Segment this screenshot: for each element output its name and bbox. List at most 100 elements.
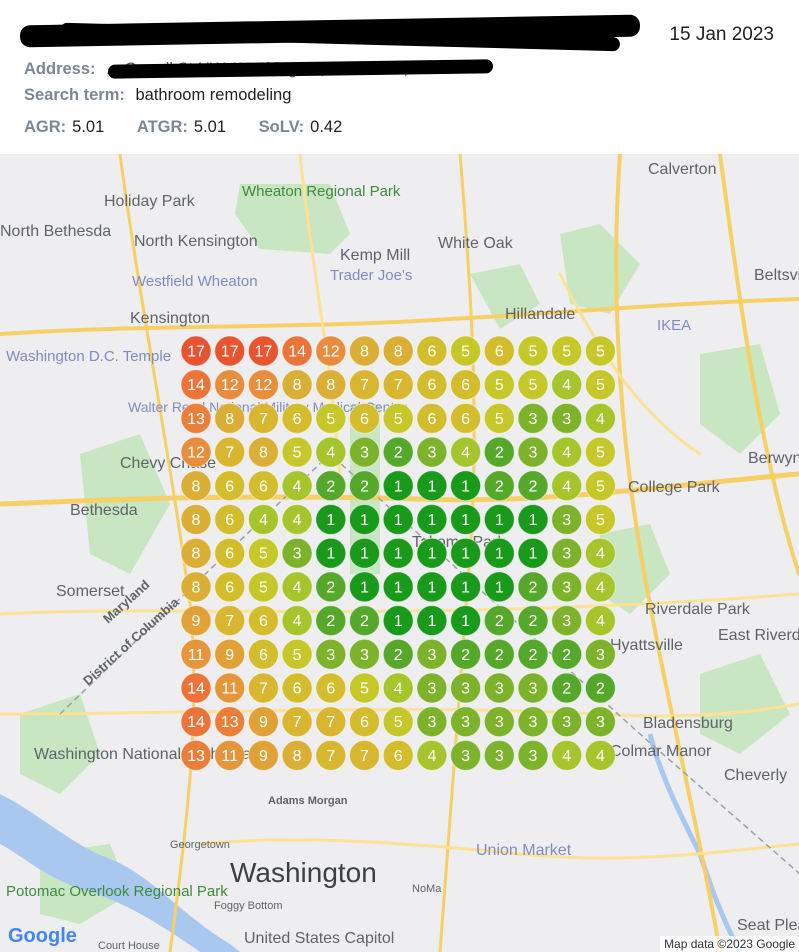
rank-marker[interactable]: 2 <box>517 638 549 670</box>
rank-marker[interactable]: 12 <box>214 369 246 401</box>
rank-marker[interactable]: 2 <box>315 470 347 502</box>
rank-marker[interactable]: 1 <box>382 504 414 535</box>
rank-marker[interactable]: 7 <box>281 706 313 738</box>
rank-marker[interactable]: 4 <box>281 605 313 637</box>
rank-marker[interactable]: 7 <box>315 739 347 771</box>
rank-marker[interactable]: 6 <box>416 402 448 434</box>
rank-marker[interactable]: 4 <box>584 402 616 434</box>
rank-marker[interactable]: 5 <box>584 470 616 502</box>
rank-marker[interactable]: 5 <box>483 402 515 434</box>
rank-marker[interactable]: 1 <box>483 504 515 535</box>
rank-marker[interactable]: 2 <box>483 470 515 502</box>
rank-marker[interactable]: 6 <box>349 402 380 434</box>
rank-marker[interactable]: 9 <box>247 706 279 738</box>
rank-marker[interactable]: 3 <box>416 436 448 468</box>
rank-marker[interactable]: 14 <box>281 335 313 367</box>
rank-marker[interactable]: 6 <box>214 504 246 535</box>
rank-marker[interactable]: 17 <box>180 335 212 367</box>
rank-marker[interactable]: 4 <box>247 504 279 535</box>
rank-marker[interactable]: 4 <box>382 672 414 704</box>
rank-marker[interactable]: 8 <box>180 470 212 502</box>
rank-marker[interactable]: 1 <box>450 504 482 535</box>
rank-marker[interactable]: 5 <box>315 402 347 434</box>
rank-marker[interactable]: 5 <box>517 369 549 401</box>
rank-marker[interactable]: 5 <box>281 436 313 468</box>
rank-marker[interactable]: 1 <box>416 571 448 603</box>
rank-marker[interactable]: 4 <box>551 470 583 502</box>
map-view[interactable]: Calverton Holiday Park Wheaton Regional … <box>0 154 799 952</box>
rank-marker[interactable]: 6 <box>349 706 380 738</box>
rank-marker[interactable]: 2 <box>382 436 414 468</box>
rank-marker[interactable]: 6 <box>483 335 515 367</box>
rank-marker[interactable]: 8 <box>214 402 246 434</box>
rank-marker[interactable]: 3 <box>450 739 482 771</box>
rank-marker[interactable]: 5 <box>584 335 616 367</box>
rank-marker[interactable]: 5 <box>349 672 380 704</box>
rank-marker[interactable]: 5 <box>382 706 414 738</box>
rank-marker[interactable]: 4 <box>281 504 313 535</box>
rank-marker[interactable]: 3 <box>551 537 583 569</box>
rank-marker[interactable]: 6 <box>416 369 448 401</box>
rank-marker[interactable]: 7 <box>214 605 246 637</box>
rank-marker[interactable]: 2 <box>517 571 549 603</box>
rank-marker[interactable]: 4 <box>551 739 583 771</box>
rank-marker[interactable]: 6 <box>214 470 246 502</box>
rank-marker[interactable]: 5 <box>584 504 616 535</box>
rank-marker[interactable]: 7 <box>214 436 246 468</box>
rank-marker[interactable]: 3 <box>584 638 616 670</box>
rank-marker[interactable]: 3 <box>584 706 616 738</box>
map-canvas[interactable]: Calverton Holiday Park Wheaton Regional … <box>0 154 799 952</box>
rank-marker[interactable]: 6 <box>214 537 246 569</box>
rank-marker[interactable]: 5 <box>483 369 515 401</box>
rank-marker[interactable]: 7 <box>349 739 380 771</box>
rank-marker[interactable]: 4 <box>551 369 583 401</box>
rank-marker[interactable]: 5 <box>584 436 616 468</box>
rank-marker[interactable]: 3 <box>551 504 583 535</box>
rank-marker[interactable]: 13 <box>180 739 212 771</box>
rank-marker[interactable]: 7 <box>349 369 380 401</box>
rank-marker[interactable]: 7 <box>382 369 414 401</box>
rank-marker[interactable]: 3 <box>450 672 482 704</box>
rank-marker[interactable]: 3 <box>517 672 549 704</box>
rank-marker[interactable]: 7 <box>247 672 279 704</box>
rank-marker[interactable]: 2 <box>382 638 414 670</box>
rank-marker[interactable]: 3 <box>416 706 448 738</box>
rank-marker[interactable]: 2 <box>450 638 482 670</box>
rank-marker[interactable]: 13 <box>214 706 246 738</box>
rank-marker[interactable]: 2 <box>551 638 583 670</box>
rank-marker[interactable]: 2 <box>584 672 616 704</box>
rank-marker[interactable]: 1 <box>382 571 414 603</box>
rank-marker[interactable]: 2 <box>349 605 380 637</box>
rank-marker[interactable]: 3 <box>517 436 549 468</box>
rank-marker[interactable]: 2 <box>483 605 515 637</box>
rank-marker[interactable]: 1 <box>382 470 414 502</box>
rank-marker[interactable]: 5 <box>382 402 414 434</box>
rank-marker[interactable]: 1 <box>315 537 347 569</box>
rank-marker[interactable]: 4 <box>551 436 583 468</box>
rank-marker[interactable]: 12 <box>247 369 279 401</box>
rank-marker[interactable]: 3 <box>551 571 583 603</box>
rank-marker[interactable]: 2 <box>517 470 549 502</box>
rank-marker[interactable]: 6 <box>247 638 279 670</box>
rank-marker[interactable]: 8 <box>247 436 279 468</box>
rank-marker[interactable]: 5 <box>247 537 279 569</box>
rank-marker[interactable]: 1 <box>382 605 414 637</box>
rank-marker[interactable]: 3 <box>517 706 549 738</box>
rank-marker[interactable]: 3 <box>517 402 549 434</box>
rank-marker[interactable]: 11 <box>180 638 212 670</box>
rank-marker[interactable]: 4 <box>584 605 616 637</box>
rank-marker[interactable]: 5 <box>247 571 279 603</box>
rank-marker[interactable]: 2 <box>517 605 549 637</box>
rank-marker[interactable]: 1 <box>450 470 482 502</box>
rank-marker[interactable]: 2 <box>315 571 347 603</box>
rank-marker[interactable]: 6 <box>247 605 279 637</box>
rank-marker[interactable]: 6 <box>450 369 482 401</box>
rank-marker[interactable]: 11 <box>214 739 246 771</box>
rank-marker[interactable]: 8 <box>382 335 414 367</box>
rank-marker[interactable]: 6 <box>382 739 414 771</box>
rank-marker[interactable]: 2 <box>483 436 515 468</box>
rank-marker[interactable]: 5 <box>517 335 549 367</box>
rank-marker[interactable]: 1 <box>349 504 380 535</box>
rank-marker[interactable]: 5 <box>450 335 482 367</box>
rank-marker[interactable]: 8 <box>315 369 347 401</box>
